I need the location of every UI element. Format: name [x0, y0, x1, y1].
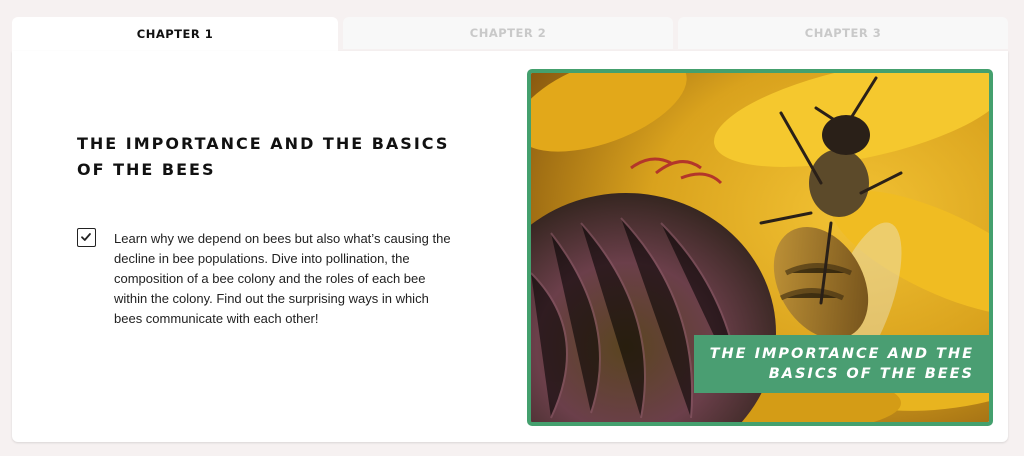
tab-chapter-3[interactable]: CHAPTER 3 — [678, 17, 1008, 49]
chapter-description: Learn why we depend on bees but also wha… — [114, 231, 451, 326]
caption-line-2: BASICS OF THE BEES — [768, 366, 974, 382]
caption-line-1: THE IMPORTANCE AND THE — [709, 346, 974, 362]
chapter-heading: THE IMPORTANCE AND THE BASICS OF THE BEE… — [77, 131, 457, 183]
checkmark-icon — [81, 233, 91, 241]
image-caption: THE IMPORTANCE AND THE BASICS OF THE BEE… — [694, 335, 990, 393]
chapter-tabs: CHAPTER 1 CHAPTER 2 CHAPTER 3 — [12, 17, 1008, 51]
completion-checkbox[interactable] — [77, 228, 96, 247]
tab-chapter-2[interactable]: CHAPTER 2 — [343, 17, 673, 49]
tab-chapter-1[interactable]: CHAPTER 1 — [12, 17, 338, 51]
heading-line-1: THE IMPORTANCE AND THE BASICS — [77, 134, 450, 153]
heading-line-2: OF THE BEES — [77, 160, 216, 179]
